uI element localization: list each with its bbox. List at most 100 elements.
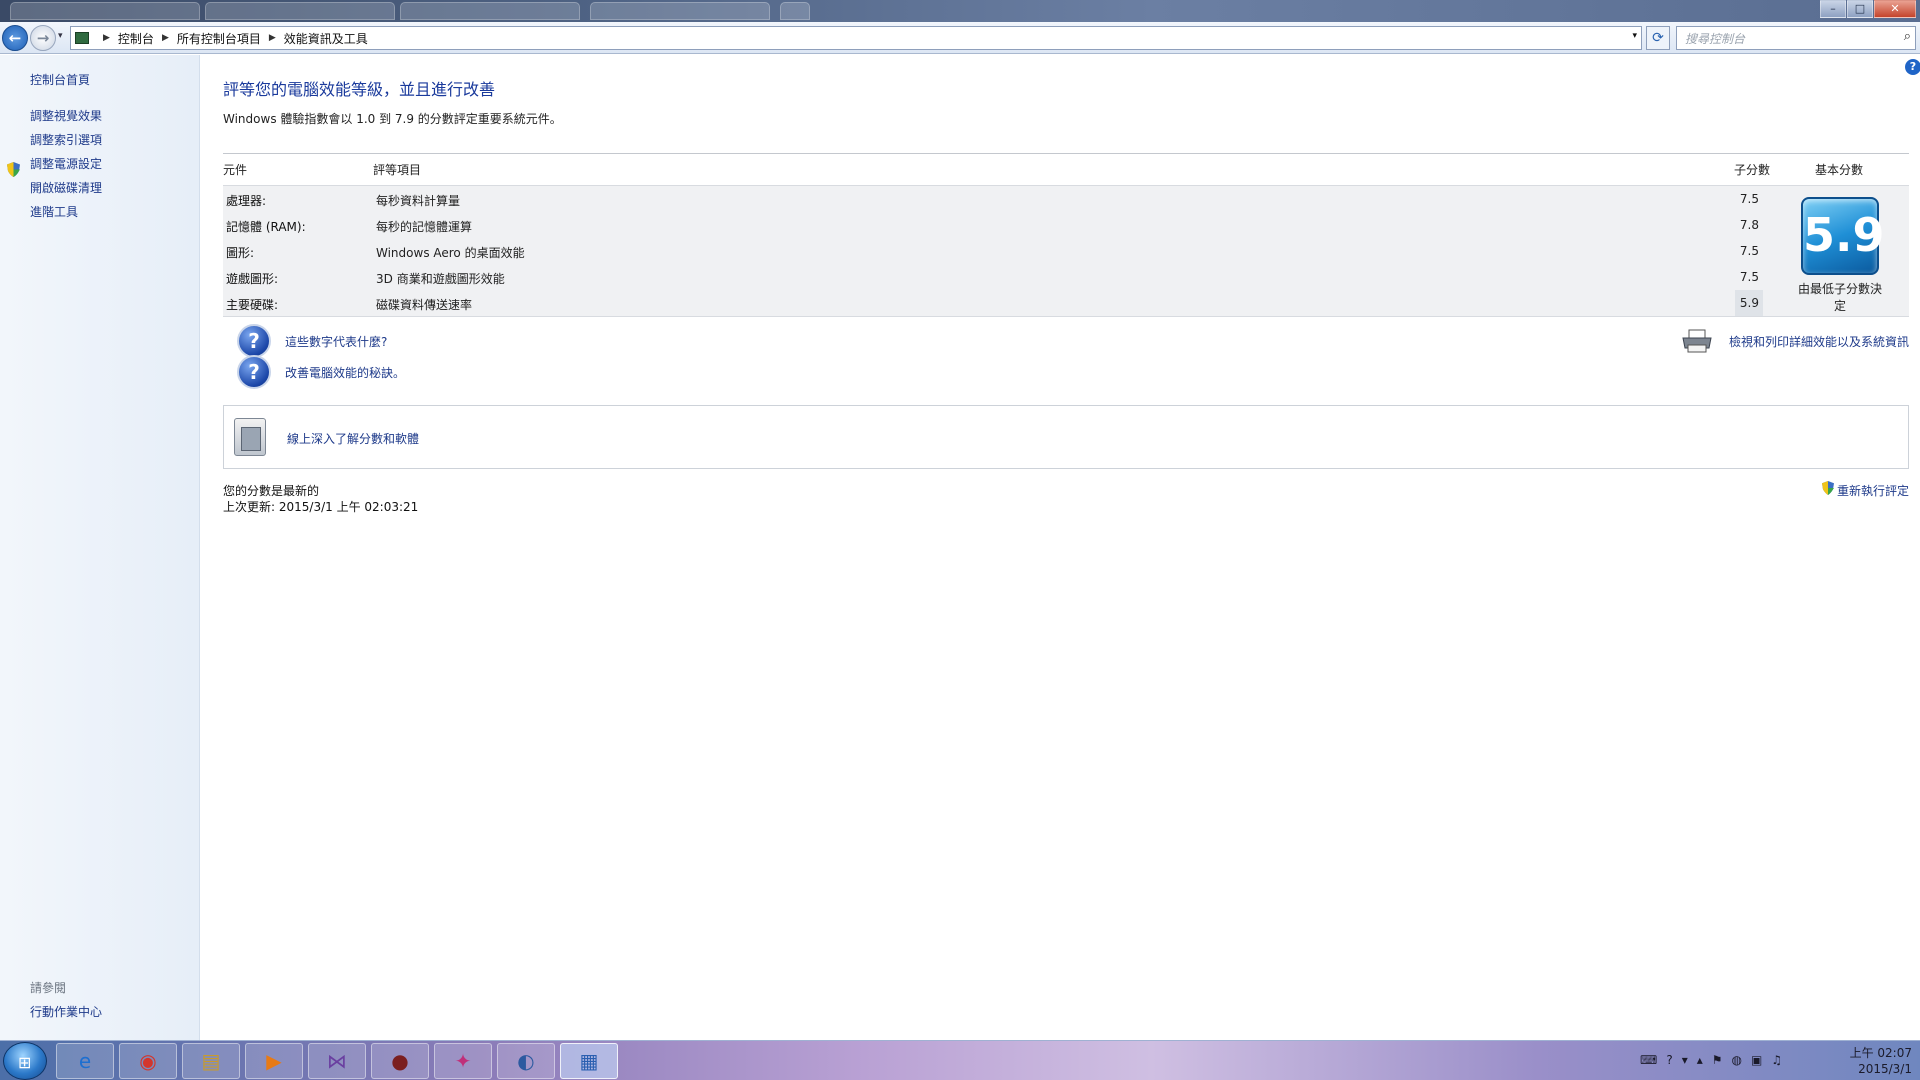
address-bar[interactable]: ▶ 控制台 ▶ 所有控制台項目 ▶ 效能資訊及工具 ▾: [70, 26, 1642, 50]
close-button[interactable]: ✕: [1874, 0, 1916, 18]
subscore: 7.5: [1739, 270, 1759, 284]
keyboard-icon[interactable]: ⌨: [1640, 1053, 1657, 1067]
subscore: 5.9: [1739, 296, 1759, 310]
table-row: 記憶體 (RAM): 每秒的記憶體運算 7.8: [223, 212, 1763, 238]
visual-studio-icon[interactable]: ⋈: [308, 1043, 366, 1079]
component-name: 主要硬碟:: [226, 298, 279, 312]
sidebar-item-disk-cleanup[interactable]: 開啟磁碟清理: [30, 179, 102, 196]
media-player-icon[interactable]: ▶: [245, 1043, 303, 1079]
component-name: 圖形:: [226, 246, 255, 260]
breadcrumb-control-panel[interactable]: 控制台: [118, 30, 154, 47]
flag-icon[interactable]: ⚑: [1712, 1053, 1723, 1067]
performance-tips-link[interactable]: 改善電腦效能的秘訣。: [285, 364, 405, 381]
column-header-subscore: 子分數: [1734, 163, 1771, 177]
back-button[interactable]: ←: [2, 25, 28, 51]
main-content: ? 評等您的電腦效能等級，並且進行改善 Windows 體驗指數會以 1.0 到…: [201, 55, 1920, 1040]
title-bar: – □ ✕: [0, 0, 1920, 22]
table-row: 主要硬碟: 磁碟資料傳送速率 5.9: [223, 290, 1763, 316]
control-panel-taskbar-icon[interactable]: ▦: [560, 1043, 618, 1079]
app-icon[interactable]: ◐: [497, 1043, 555, 1079]
sidebar-item-home[interactable]: 控制台首頁: [30, 71, 90, 88]
column-header-component: 元件: [223, 163, 248, 177]
clock-time: 上午 02:07: [1849, 1046, 1912, 1060]
taskbar: ⊞ e ◉ ▤ ▶ ⋈ ● ✦ ◐ ▦ ⌨ ? ▾ ▴ ⚑ ◍ ▣ ♫ 上午 0…: [0, 1040, 1920, 1080]
rated-item: 每秒的記憶體運算: [376, 220, 473, 234]
app-icon[interactable]: ✦: [434, 1043, 492, 1079]
column-header-rated: 評等項目: [373, 163, 422, 177]
rated-item: Windows Aero 的桌面效能: [376, 246, 525, 260]
app-icon[interactable]: ●: [371, 1043, 429, 1079]
chrome-icon[interactable]: ◉: [119, 1043, 177, 1079]
volume-icon[interactable]: ♫: [1771, 1053, 1782, 1067]
help-tray-icon[interactable]: ?: [1666, 1053, 1672, 1067]
rated-item: 每秒資料計算量: [376, 194, 461, 208]
background-tab[interactable]: [10, 2, 200, 20]
security-icon[interactable]: ◍: [1732, 1053, 1742, 1067]
see-also-heading: 請參閱: [30, 981, 67, 995]
print-details-link[interactable]: 檢視和列印詳細效能以及系統資訊: [1729, 333, 1909, 350]
uac-shield-icon: [7, 162, 20, 177]
recent-pages-dropdown[interactable]: ▾: [58, 31, 63, 41]
tray-dropdown-icon[interactable]: ▾: [1682, 1053, 1688, 1067]
divider: [223, 153, 1909, 154]
page-title: 評等您的電腦效能等級，並且進行改善: [223, 80, 496, 99]
windows-logo-icon: ⊞: [18, 1053, 32, 1072]
sidebar-item-power[interactable]: 調整電源設定: [30, 155, 102, 172]
chevron-right-icon[interactable]: ▶: [269, 33, 276, 43]
rated-item: 3D 商業和遊戲圖形效能: [376, 272, 505, 286]
last-updated: 上次更新: 2015/3/1 上午 02:03:21: [223, 500, 419, 514]
component-name: 遊戲圖形:: [226, 272, 279, 286]
start-button[interactable]: ⊞: [3, 1042, 47, 1080]
sidebar-item-visual-effects[interactable]: 調整視覺效果: [30, 107, 102, 124]
score-status: 您的分數是最新的: [223, 484, 320, 498]
question-icon: ?: [237, 324, 271, 358]
navigation-bar: ← → ▾ ▶ 控制台 ▶ 所有控制台項目 ▶ 效能資訊及工具 ▾ ⟳ 搜尋控制…: [0, 22, 1920, 54]
sidebar-item-action-center[interactable]: 行動作業中心: [30, 1003, 102, 1020]
subscore: 7.5: [1739, 192, 1759, 206]
chevron-right-icon[interactable]: ▶: [162, 33, 169, 43]
rated-item: 磁碟資料傳送速率: [376, 298, 473, 312]
file-explorer-icon[interactable]: ▤: [182, 1043, 240, 1079]
control-panel-icon: [75, 32, 89, 44]
clock[interactable]: 上午 02:07 2015/3/1: [1826, 1045, 1912, 1077]
uac-shield-icon: [1822, 481, 1834, 495]
column-header-basescore: 基本分數: [1815, 163, 1864, 177]
sidebar-item-indexing[interactable]: 調整索引選項: [30, 131, 102, 148]
page-subtitle: Windows 體驗指數會以 1.0 到 7.9 的分數評定重要系統元件。: [223, 112, 562, 126]
network-icon[interactable]: ▣: [1751, 1053, 1762, 1067]
breadcrumb-performance[interactable]: 效能資訊及工具: [284, 30, 368, 47]
background-tab[interactable]: [590, 2, 770, 20]
search-input[interactable]: 搜尋控制台 ⌕: [1676, 26, 1916, 50]
table-row: 處理器: 每秒資料計算量 7.5: [223, 186, 1763, 212]
window-controls: – □ ✕: [1819, 0, 1916, 18]
maximize-button[interactable]: □: [1847, 0, 1873, 18]
chevron-right-icon[interactable]: ▶: [103, 33, 110, 43]
component-name: 處理器:: [226, 194, 267, 208]
system-tray: ⌨ ? ▾ ▴ ⚑ ◍ ▣ ♫: [1640, 1053, 1782, 1067]
base-score-badge: 5.9: [1801, 197, 1885, 275]
learn-more-box: 線上深入了解分數和軟體: [223, 405, 1909, 469]
forward-button[interactable]: →: [30, 25, 56, 51]
score-table: 處理器: 每秒資料計算量 7.5 記憶體 (RAM): 每秒的記憶體運算 7.8…: [223, 185, 1909, 317]
breadcrumb-all-items[interactable]: 所有控制台項目: [177, 30, 261, 47]
component-name: 記憶體 (RAM):: [226, 220, 306, 234]
search-icon[interactable]: ⌕: [1904, 29, 1911, 44]
left-pane: 控制台首頁 調整視覺效果 調整索引選項 調整電源設定 開啟磁碟清理 進階工具 請…: [0, 55, 200, 1040]
refresh-button[interactable]: ⟳: [1646, 26, 1670, 50]
base-score-caption: 由最低子分數決定: [1797, 282, 1882, 313]
new-tab-button[interactable]: [780, 2, 810, 20]
what-numbers-mean-link[interactable]: 這些數字代表什麼?: [285, 333, 387, 350]
software-box-icon: [234, 418, 266, 456]
learn-more-online-link[interactable]: 線上深入了解分數和軟體: [287, 430, 419, 447]
background-tab[interactable]: [205, 2, 395, 20]
subscore: 7.5: [1739, 244, 1759, 258]
show-hidden-icons[interactable]: ▴: [1697, 1053, 1703, 1067]
rerun-assessment-link[interactable]: 重新執行評定: [1837, 482, 1909, 499]
table-row: 圖形: Windows Aero 的桌面效能 7.5: [223, 238, 1763, 264]
sidebar-item-advanced-tools[interactable]: 進階工具: [30, 203, 78, 220]
background-tab[interactable]: [400, 2, 580, 20]
internet-explorer-icon[interactable]: e: [56, 1043, 114, 1079]
help-icon[interactable]: ?: [1905, 59, 1920, 75]
address-dropdown-icon[interactable]: ▾: [1632, 31, 1637, 41]
minimize-button[interactable]: –: [1820, 0, 1846, 18]
